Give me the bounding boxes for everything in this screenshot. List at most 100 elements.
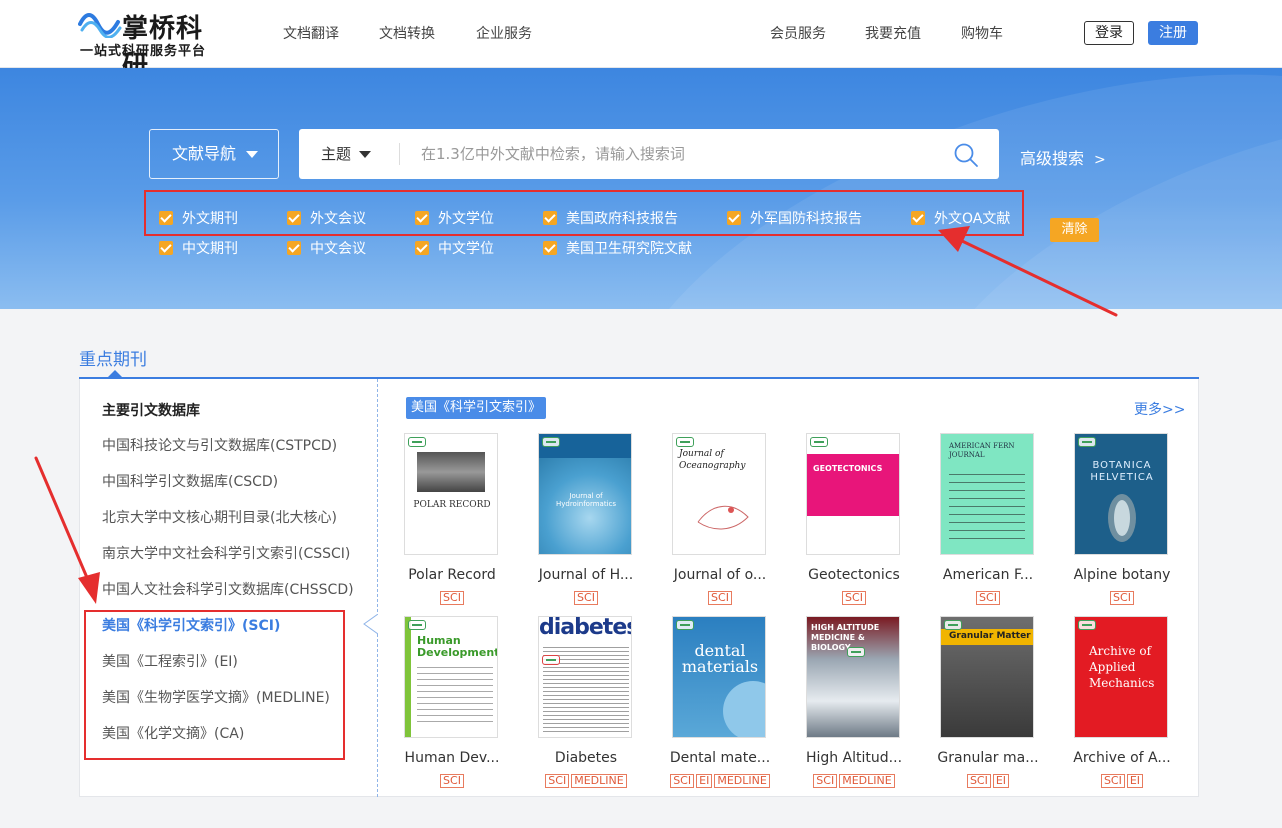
journal-cover[interactable]: GEOTECTONICS xyxy=(806,433,900,555)
more-journals-link[interactable]: 更多>> xyxy=(1134,399,1185,419)
oa-icon xyxy=(676,620,694,630)
journal-badges: SCI MEDLINE xyxy=(521,774,651,788)
filter-nih-literature[interactable]: 美国卫生研究院文献 xyxy=(543,238,692,257)
database-item-ca[interactable]: 美国《化学文摘》(CA) xyxy=(102,723,244,743)
cover-illustration xyxy=(697,505,749,530)
clear-filters-button[interactable]: 清除 xyxy=(1050,218,1099,242)
search-input[interactable] xyxy=(409,138,929,170)
chevron-down-icon xyxy=(359,151,372,158)
database-item-chsscd[interactable]: 中国人文社会科学引文数据库(CHSSCD) xyxy=(102,579,354,599)
search-box: 主题 xyxy=(299,129,999,179)
journal-title[interactable]: Journal of o... xyxy=(655,567,785,583)
filter-foreign-defense-report[interactable]: 外军国防科技报告 xyxy=(727,208,862,227)
index-badge: SCI xyxy=(842,591,866,605)
journal-cover[interactable]: Archive of Applied Mechanics xyxy=(1074,616,1168,738)
nav-enterprise[interactable]: 企业服务 xyxy=(476,23,532,43)
index-badge: SCI xyxy=(545,774,570,788)
checkbox-checked-icon xyxy=(727,211,741,225)
filter-foreign-degree[interactable]: 外文学位 xyxy=(415,208,494,227)
oa-icon xyxy=(542,437,560,447)
journal-badges: SCI MEDLINE xyxy=(789,774,919,788)
journal-title[interactable]: American F... xyxy=(923,567,1053,583)
oa-icon xyxy=(542,655,560,665)
journal-title[interactable]: Granular ma... xyxy=(923,750,1053,766)
journal-panel: 主要引文数据库 中国科技论文与引文数据库(CSTPCD) 中国科学引文数据库(C… xyxy=(79,379,1199,797)
database-item-cssci[interactable]: 南京大学中文社会科学引文索引(CSSCI) xyxy=(102,543,350,563)
oa-icon xyxy=(1078,620,1096,630)
oa-icon xyxy=(408,620,426,630)
journal-badges: SCI EI xyxy=(1057,774,1187,788)
database-item-pku-core[interactable]: 北京大学中文核心期刊目录(北大核心) xyxy=(102,507,337,527)
journal-title[interactable]: Journal of H... xyxy=(521,567,651,583)
database-item-sci[interactable]: 美国《科学引文索引》(SCI) xyxy=(102,615,280,635)
register-button[interactable]: 注册 xyxy=(1148,21,1198,45)
search-icon[interactable] xyxy=(953,142,979,168)
filter-us-gov-report[interactable]: 美国政府科技报告 xyxy=(543,208,678,227)
cover-text: Journal of Hydroinformatics xyxy=(555,492,617,508)
nav-cart[interactable]: 购物车 xyxy=(961,23,1003,43)
journal-title[interactable]: Geotectonics xyxy=(789,567,919,583)
oa-icon xyxy=(847,647,865,657)
divider xyxy=(399,143,400,165)
checkbox-checked-icon xyxy=(415,241,429,255)
index-badge: MEDLINE xyxy=(714,774,770,788)
filter-foreign-oa[interactable]: 外文OA文献 xyxy=(911,208,1010,227)
literature-nav-dropdown[interactable]: 文献导航 xyxy=(149,129,279,179)
journal-title[interactable]: Archive of A... xyxy=(1057,750,1187,766)
database-item-ei[interactable]: 美国《工程索引》(EI) xyxy=(102,651,238,671)
oa-icon xyxy=(944,620,962,630)
index-badge: EI xyxy=(1126,774,1144,788)
cover-text: POLAR RECORD xyxy=(413,500,491,510)
journal-cover[interactable]: diabetes xyxy=(538,616,632,738)
journal-badges: SCI xyxy=(521,591,651,605)
checkbox-checked-icon xyxy=(911,211,925,225)
nav-doc-convert[interactable]: 文档转换 xyxy=(379,23,435,43)
search-type-dropdown[interactable]: 主题 xyxy=(321,129,372,179)
checkbox-checked-icon xyxy=(159,211,173,225)
advanced-search-label: 高级搜索 xyxy=(1020,149,1085,168)
journal-title[interactable]: Dental mate... xyxy=(655,750,785,766)
login-button[interactable]: 登录 xyxy=(1084,21,1134,45)
index-badge: EI xyxy=(696,774,713,788)
journal-cover[interactable]: Granular Matter xyxy=(940,616,1034,738)
advanced-search-link[interactable]: 高级搜索 > xyxy=(1020,145,1106,169)
journal-cover[interactable]: Human Development xyxy=(404,616,498,738)
filter-chinese-conference[interactable]: 中文会议 xyxy=(287,238,366,257)
journal-title[interactable]: Human Dev... xyxy=(387,750,517,766)
cover-text: Human Development xyxy=(417,634,498,659)
journal-cover[interactable]: Journal of Oceanography xyxy=(672,433,766,555)
top-header: 掌桥科研 一站式科研服务平台 文档翻译 文档转换 企业服务 会员服务 我要充值 … xyxy=(0,0,1282,81)
filter-foreign-conference[interactable]: 外文会议 xyxy=(287,208,366,227)
journal-title[interactable]: Alpine botany xyxy=(1057,567,1187,583)
filter-foreign-journal[interactable]: 外文期刊 xyxy=(159,208,238,227)
journal-cover[interactable]: AMERICAN FERN JOURNAL xyxy=(940,433,1034,555)
oa-icon xyxy=(1078,437,1096,447)
current-database-tag: 美国《科学引文索引》 xyxy=(406,397,547,419)
journal-cover[interactable]: BOTANICA HELVETICA xyxy=(1074,433,1168,555)
journal-cover[interactable]: HIGH ALTITUDE MEDICINE & BIOLOGY xyxy=(806,616,900,738)
cover-text: BOTANICA HELVETICA xyxy=(1090,460,1154,483)
database-list-heading: 主要引文数据库 xyxy=(102,403,200,419)
index-badge: SCI xyxy=(813,774,838,788)
brand-subtitle: 一站式科研服务平台 xyxy=(80,44,207,59)
chevron-right-icon: > xyxy=(1094,152,1106,168)
nav-membership[interactable]: 会员服务 xyxy=(770,23,826,43)
filter-chinese-journal[interactable]: 中文期刊 xyxy=(159,238,238,257)
database-item-cstpcd[interactable]: 中国科技论文与引文数据库(CSTPCD) xyxy=(102,435,337,455)
nav-doc-translate[interactable]: 文档翻译 xyxy=(283,23,339,43)
search-banner: 文献导航 主题 高级搜索 > 外文期刊 外文会议 外文学位 美国政府科技报告 外军… xyxy=(0,68,1282,309)
oa-icon xyxy=(676,437,694,447)
nav-recharge[interactable]: 我要充值 xyxy=(865,23,921,43)
brand-logo[interactable]: 掌桥科研 一站式科研服务平台 xyxy=(78,8,228,81)
filter-chinese-degree[interactable]: 中文学位 xyxy=(415,238,494,257)
journal-title[interactable]: Polar Record xyxy=(387,567,517,583)
journal-title[interactable]: Diabetes xyxy=(521,750,651,766)
journal-title[interactable]: High Altitud... xyxy=(789,750,919,766)
index-badge: SCI xyxy=(966,774,991,788)
journal-cover[interactable]: dental materials xyxy=(672,616,766,738)
journal-cover[interactable]: POLAR RECORD xyxy=(404,433,498,555)
index-badge: SCI xyxy=(440,774,464,788)
database-item-cscd[interactable]: 中国科学引文数据库(CSCD) xyxy=(102,471,278,491)
journal-cover[interactable]: Journal of Hydroinformatics xyxy=(538,433,632,555)
database-item-medline[interactable]: 美国《生物学医学文摘》(MEDLINE) xyxy=(102,687,330,707)
